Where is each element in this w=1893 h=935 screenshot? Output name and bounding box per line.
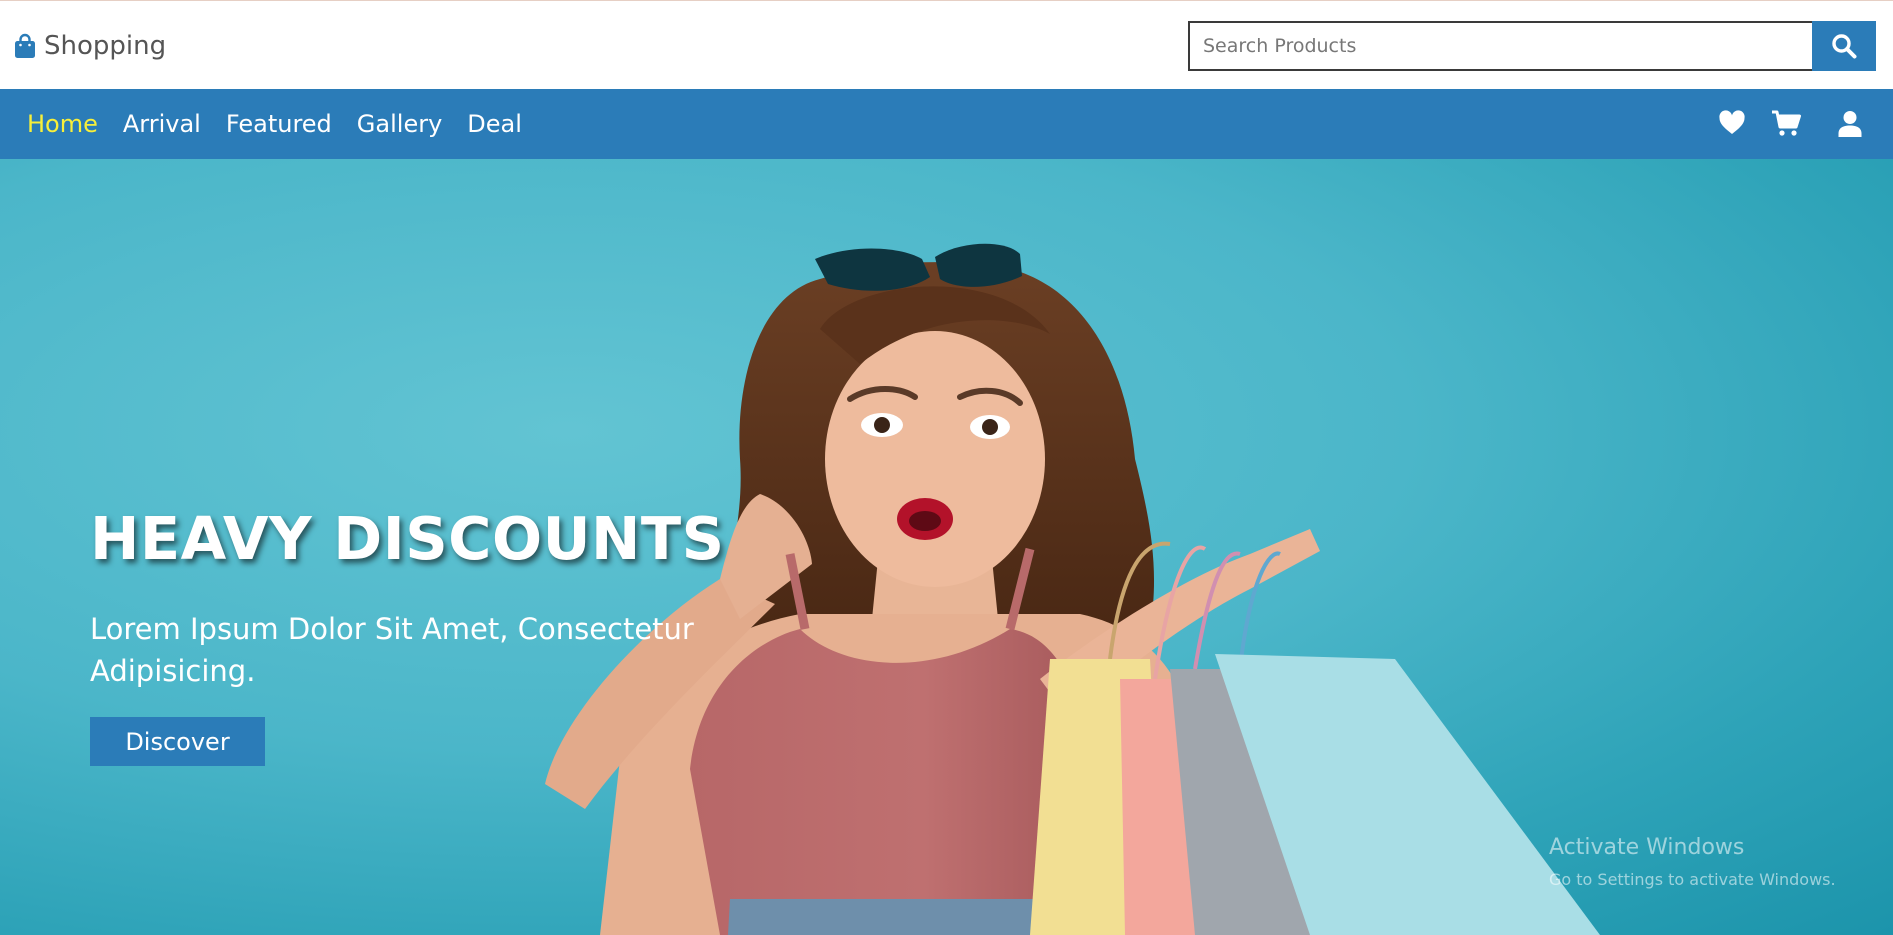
brand-name: Shopping xyxy=(44,31,167,61)
discover-button[interactable]: Discover xyxy=(90,717,265,766)
hero-subtitle: Lorem Ipsum Dolor Sit Amet, Consectetur … xyxy=(90,612,694,688)
nav-link-featured[interactable]: Featured xyxy=(226,89,332,159)
search-input[interactable] xyxy=(1188,21,1812,71)
watermark-title: Activate Windows xyxy=(1549,835,1745,860)
nav-link-deal[interactable]: Deal xyxy=(467,89,522,159)
top-header: Shopping xyxy=(0,0,1893,89)
cart-icon[interactable] xyxy=(1771,110,1801,137)
shopping-bag-icon xyxy=(13,33,37,59)
nav-link-gallery[interactable]: Gallery xyxy=(357,89,442,159)
nav-link-arrival[interactable]: Arrival xyxy=(123,89,201,159)
nav-links: Home Arrival Featured Gallery Deal xyxy=(0,89,522,159)
watermark-subtitle: Go to Settings to activate Windows. xyxy=(1549,870,1836,889)
brand-logo[interactable]: Shopping xyxy=(13,29,166,63)
heart-icon[interactable] xyxy=(1718,110,1746,136)
search-button[interactable] xyxy=(1812,21,1876,71)
hero-title: HEAVY DISCOUNTS xyxy=(90,504,725,573)
user-icon[interactable] xyxy=(1837,110,1863,137)
activate-windows-watermark: Activate Windows Go to Settings to activ… xyxy=(1549,835,1836,889)
main-navbar: Home Arrival Featured Gallery Deal xyxy=(0,89,1893,159)
nav-link-home[interactable]: Home xyxy=(27,89,98,159)
hero-banner: HEAVY DISCOUNTS Lorem Ipsum Dolor Sit Am… xyxy=(0,159,1893,935)
search-icon xyxy=(1830,32,1858,60)
